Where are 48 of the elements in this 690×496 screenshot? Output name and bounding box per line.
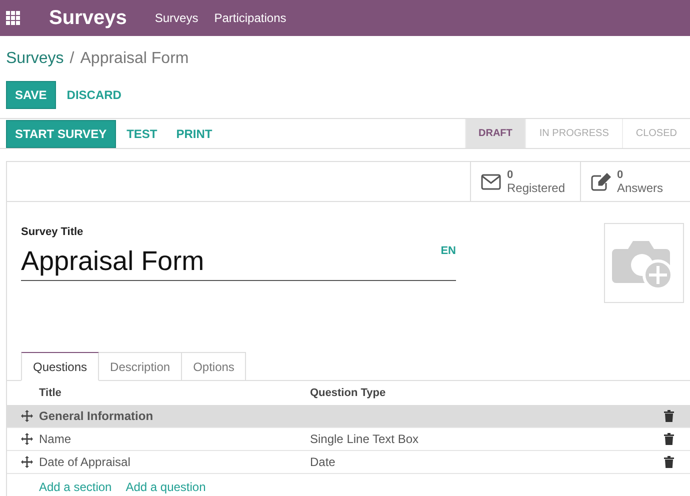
stat-value: 0 (507, 168, 514, 182)
stage-tab[interactable]: IN PROGRESS (525, 119, 622, 148)
add-link[interactable]: Add a section (39, 478, 112, 496)
breadcrumb-current: Appraisal Form (80, 49, 189, 69)
trash-icon[interactable] (664, 433, 674, 445)
trash-icon[interactable] (664, 456, 674, 468)
pencil-square-icon (591, 172, 611, 190)
column-header: Title (38, 386, 62, 401)
stage-tab[interactable]: DRAFT (464, 119, 526, 148)
title-value: Appraisal Form (21, 246, 204, 276)
envelope-icon (481, 174, 501, 190)
question-row[interactable]: Name Single Line Text Box (7, 428, 690, 451)
form-tab[interactable]: Questions (21, 352, 100, 381)
trash-icon[interactable] (664, 410, 674, 422)
field-label: Survey Title (21, 225, 84, 240)
row-title: Date of Appraisal (39, 454, 132, 471)
stage-tab[interactable]: CLOSED (622, 119, 690, 148)
row-title: Name (39, 431, 72, 448)
title-input[interactable]: Appraisal Form EN (21, 240, 456, 280)
row-title: General Information (39, 408, 154, 425)
section-row[interactable]: General Information (7, 405, 690, 428)
form-tab[interactable]: Options (182, 352, 246, 381)
breadcrumb-separator: / (70, 49, 74, 69)
column-header: Question Type (310, 386, 386, 401)
link-button[interactable]: TEST (118, 120, 166, 148)
question-row[interactable]: Date of Appraisal Date (7, 451, 690, 474)
link-button[interactable]: DISCARD (58, 81, 130, 109)
stat-value: 0 (617, 168, 624, 182)
link-button[interactable]: PRINT (168, 120, 220, 148)
language-button[interactable]: EN (440, 242, 456, 259)
stat-button[interactable]: 0 Registered (470, 162, 580, 201)
form-tab[interactable]: Description (99, 352, 182, 381)
stat-label: Registered (507, 182, 566, 194)
primary-button[interactable]: START SURVEY (6, 120, 116, 148)
drag-handle-icon[interactable] (21, 433, 33, 445)
app-title: Surveys (49, 6, 127, 31)
drag-handle-icon[interactable] (21, 410, 33, 422)
drag-handle-icon[interactable] (21, 456, 33, 468)
row-type: Date (310, 454, 336, 471)
apps-grid-icon[interactable] (6, 11, 20, 25)
row-type: Single Line Text Box (310, 431, 419, 448)
add-link[interactable]: Add a question (126, 478, 206, 496)
primary-button[interactable]: SAVE (6, 81, 56, 109)
stat-label: Answers (617, 182, 664, 194)
menu-item[interactable]: Participations (214, 9, 286, 27)
breadcrumb-link[interactable]: Surveys (6, 47, 64, 71)
stat-button[interactable]: 0 Answers (580, 162, 690, 201)
menu-item[interactable]: Surveys (154, 9, 198, 27)
